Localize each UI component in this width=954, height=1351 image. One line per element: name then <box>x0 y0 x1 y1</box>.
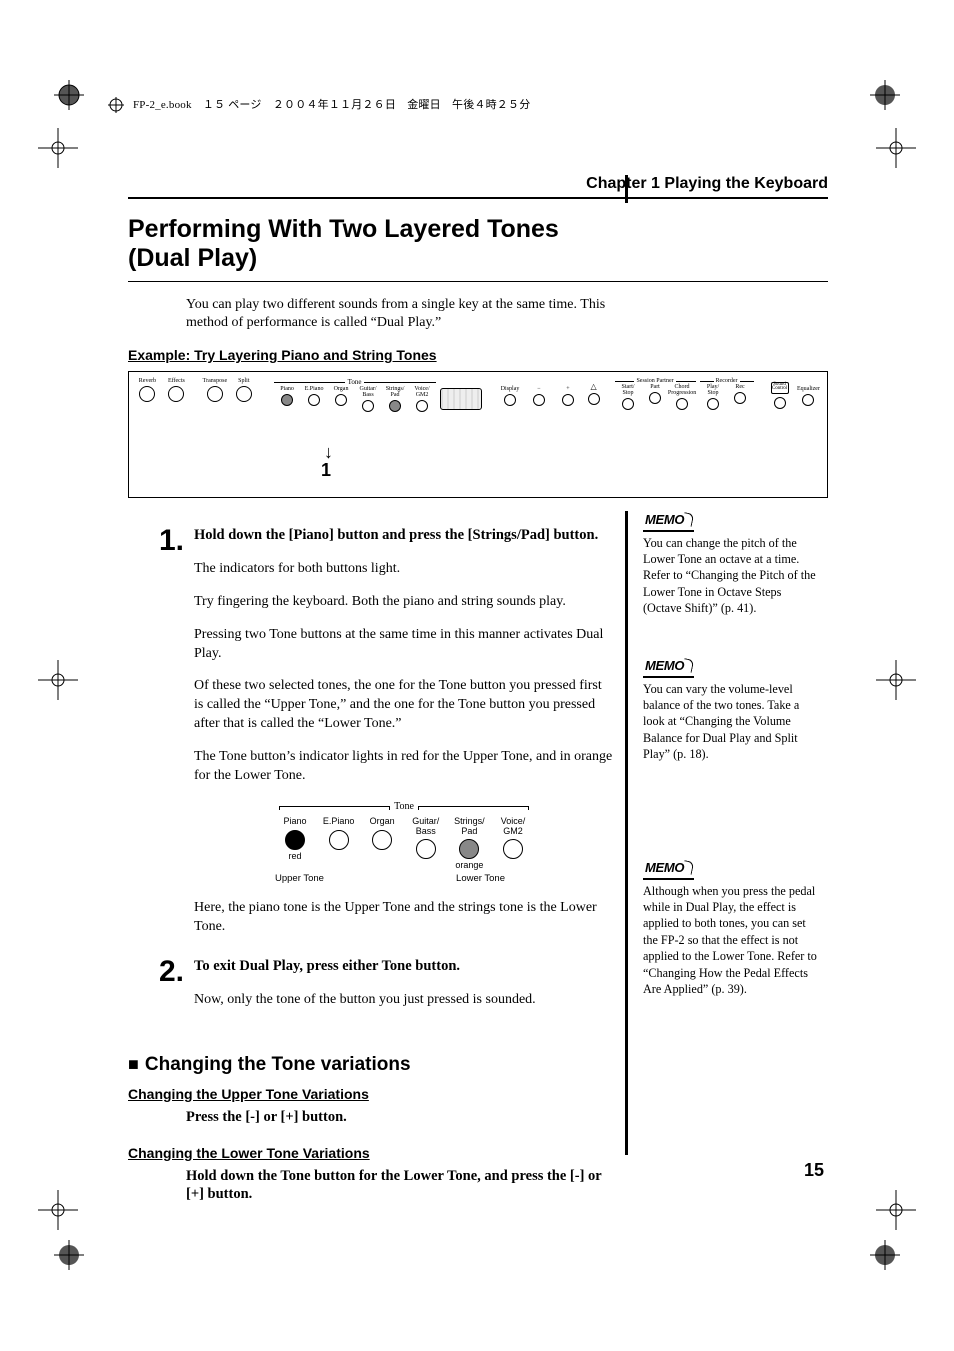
step-1-number: 1 <box>159 524 176 557</box>
example-heading: Example: Try Layering Piano and String T… <box>128 347 828 363</box>
step-1-p5: The Tone button’s indicator lights in re… <box>194 748 614 786</box>
panel-tone-guitar-bass: Guitar/ Bass <box>355 386 382 412</box>
panel-tone-piano: Piano <box>274 386 301 412</box>
panel-sp-part: Part <box>642 384 669 410</box>
tone-group-label: Tone <box>345 378 365 386</box>
lower-tone-variations-heading: Changing the Lower Tone Variations <box>128 1145 828 1161</box>
panel-tone-strings-pad: Strings/ Pad <box>382 386 409 412</box>
panel-display-screen <box>440 388 483 410</box>
panel-split-button: Split <box>231 378 256 402</box>
step-1-p2: Try fingering the keyboard. Both the pia… <box>194 593 614 612</box>
memo-1-text: You can change the pitch of the Lower To… <box>643 535 818 617</box>
panel-tone-organ: Organ <box>328 386 355 412</box>
panel-tone-epiano: E.Piano <box>301 386 328 412</box>
memo-3-text: Although when you press the pedal while … <box>643 883 818 998</box>
step-1-p1: The indicators for both buttons light. <box>194 560 614 579</box>
square-bullet-icon: ■ <box>128 1054 139 1074</box>
divider <box>128 197 828 199</box>
panel-rec-rec: Rec <box>727 384 754 410</box>
panel-metronome-button: △ <box>584 382 602 405</box>
memo-2-text: You can vary the volume-level balance of… <box>643 681 818 763</box>
step-2-lead: To exit Dual Play, press either Tone but… <box>194 957 614 977</box>
subsection-heading: ■Changing the Tone variations <box>128 1054 828 1076</box>
registration-small-icon <box>108 97 124 113</box>
tone-fig-organ: Organ <box>362 817 402 870</box>
intro-paragraph: You can play two different sounds from a… <box>186 296 616 334</box>
crop-mark <box>876 128 916 168</box>
lower-tone-instruction: Hold down the Tone button for the Lower … <box>186 1167 606 1205</box>
tone-fig-guitar-bass: Guitar/ Bass <box>406 817 446 870</box>
crop-mark <box>38 1190 78 1230</box>
upper-tone-instruction: Press the [-] or [+] button. <box>186 1108 606 1127</box>
vertical-divider <box>625 175 628 203</box>
page-title: Performing With Two Layered Tones (Dual … <box>128 215 828 273</box>
panel-equalizer: Equalizer <box>796 386 821 406</box>
crop-mark <box>876 660 916 700</box>
step-1-p4: Of these two selected tones, the one for… <box>194 677 614 734</box>
panel-effects-button: Effects <box>164 378 189 402</box>
page-number: 15 <box>804 1160 824 1181</box>
figure-callout-1: 1 <box>321 460 331 481</box>
header-text: FP-2_e.book １５ ページ ２００４年１１月２６日 金曜日 午後４時２… <box>133 99 530 111</box>
panel-transpose-button: Transpose <box>202 378 227 402</box>
keyboard-panel-figure: Reverb Effects Transpose Split Tone Pian… <box>128 371 828 498</box>
panel-plus-button: + <box>555 386 580 406</box>
step-1-lead: Hold down the [Piano] button and press t… <box>194 526 614 546</box>
panel-tone-voice-gm2: Voice/ GM2 <box>409 386 436 412</box>
memo-2: MEMO You can vary the volume-level balan… <box>643 657 818 763</box>
crop-mark <box>38 128 78 168</box>
memo-icon: MEMO <box>643 657 694 678</box>
step-2-number: 2 <box>159 955 176 988</box>
registration-mark <box>54 80 84 110</box>
memo-1: MEMO You can change the pitch of the Low… <box>643 511 818 617</box>
lower-tone-label: Lower Tone <box>456 873 505 886</box>
tone-figure-label: Tone <box>394 800 414 814</box>
tone-fig-voice-gm2: Voice/ GM2 <box>493 817 533 870</box>
panel-minus-button: − <box>527 386 552 406</box>
divider <box>128 281 828 282</box>
panel-sound-control: Sound Control <box>767 382 792 409</box>
step-1-p6: Here, the piano tone is the Upper Tone a… <box>194 899 614 937</box>
crop-mark <box>38 660 78 700</box>
registration-mark <box>54 1240 84 1270</box>
tone-fig-piano: Pianored <box>275 817 315 870</box>
vertical-divider <box>625 511 628 1155</box>
panel-sp-start-stop: Start/ Stop <box>615 384 642 410</box>
title-line-2: (Dual Play) <box>128 244 257 272</box>
upper-tone-label: Upper Tone <box>275 873 324 886</box>
tone-figure: Tone Pianored E.Piano Organ Guitar/ Bass… <box>275 800 533 886</box>
tone-fig-strings-pad: Strings/ Padorange <box>449 817 489 870</box>
upper-tone-variations-heading: Changing the Upper Tone Variations <box>128 1086 828 1102</box>
tone-fig-epiano: E.Piano <box>319 817 359 870</box>
book-header: FP-2_e.book １５ ページ ２００４年１１月２６日 金曜日 午後４時２… <box>108 96 530 113</box>
step-1-p3: Pressing two Tone buttons at the same ti… <box>194 626 614 664</box>
memo-3: MEMO Although when you press the pedal w… <box>643 859 818 998</box>
chapter-title: Chapter 1 Playing the Keyboard <box>128 175 828 193</box>
registration-mark <box>870 80 900 110</box>
panel-sp-chord-prog: Chord Progression <box>669 384 696 410</box>
crop-mark <box>876 1190 916 1230</box>
panel-reverb-button: Reverb <box>135 378 160 402</box>
step-2-p1: Now, only the tone of the button you jus… <box>194 991 614 1010</box>
registration-mark <box>870 1240 900 1270</box>
panel-rec-play-stop: Play/ Stop <box>700 384 727 410</box>
memo-icon: MEMO <box>643 859 694 880</box>
memo-icon: MEMO <box>643 511 694 532</box>
panel-display-button: Display <box>498 386 523 406</box>
title-line-1: Performing With Two Layered Tones <box>128 215 559 243</box>
